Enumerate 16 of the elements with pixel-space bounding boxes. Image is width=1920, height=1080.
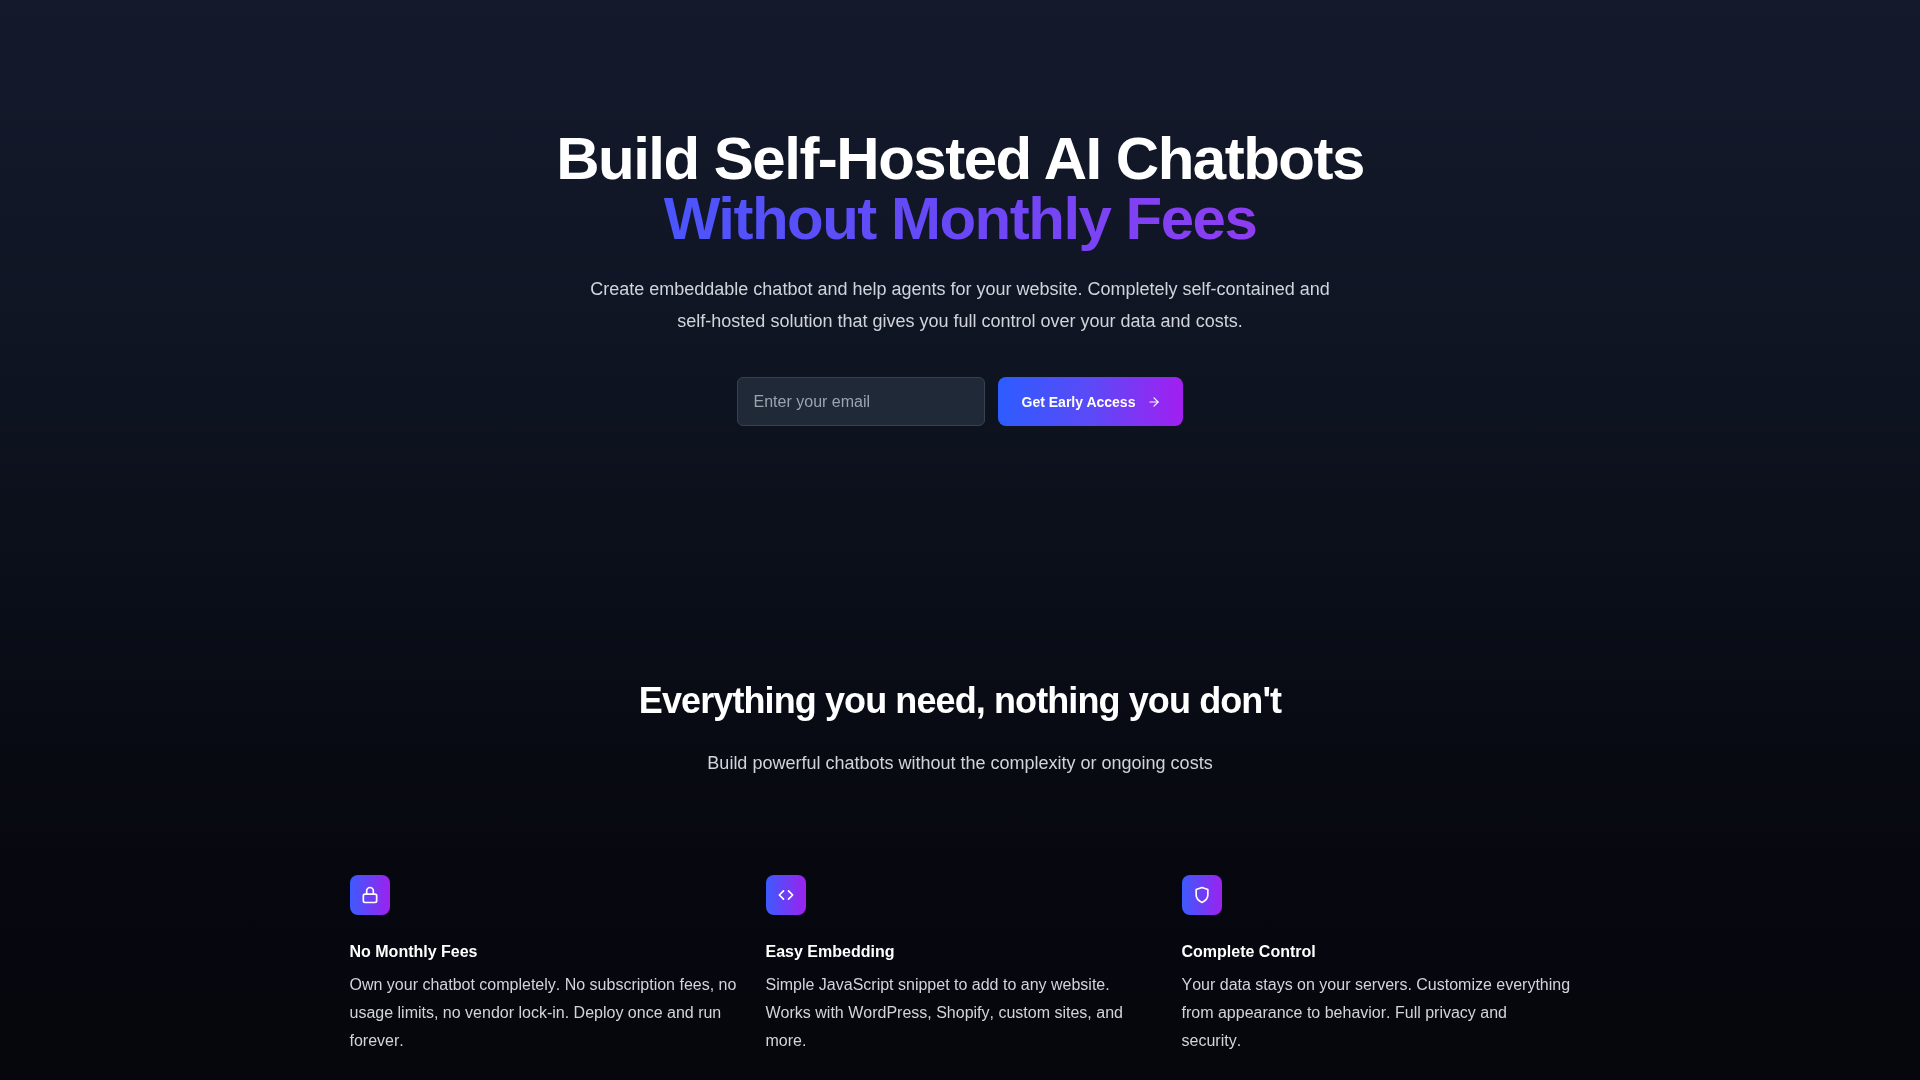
- feature-title: No Monthly Fees: [349, 942, 478, 962]
- shield-icon: [1181, 875, 1222, 915]
- section-subheading: Build powerful chatbots without the complexity or ongoing costs: [707, 752, 1213, 775]
- feature-title: Easy Embedding: [765, 942, 895, 962]
- arrow-right-icon: [1147, 394, 1162, 409]
- hero-heading: Build Self-Hosted AI Chatbots Without Monthly Fees: [556, 129, 1364, 251]
- feature-description: Simple JavaScript snippet to add to any website. Works with WordPress, Shopify, custom sites, and more.: [765, 975, 1124, 1051]
- get-early-access-button[interactable]: Get Early Access: [997, 377, 1184, 426]
- section-heading: Everything you need, nothing you don't: [638, 681, 1282, 721]
- email-field[interactable]: Enter your email: [736, 377, 985, 426]
- code-icon: [765, 875, 806, 915]
- feature-description: Own your chatbot completely. No subscription fees, no usage limits, no vendor lock-in. Deploy once and run forever.: [349, 975, 738, 1051]
- hero-description: Create embeddable chatbot and help agents for your website. Completely self-contained and self-hosted solution that gives you full control over your data and costs.: [589, 278, 1331, 333]
- feature-description: Your data stays on your servers. Customize everything from appearance to behavior. Full privacy and security.: [1181, 975, 1571, 1051]
- lock-icon: [349, 875, 390, 915]
- feature-title: Complete Control: [1181, 942, 1316, 962]
